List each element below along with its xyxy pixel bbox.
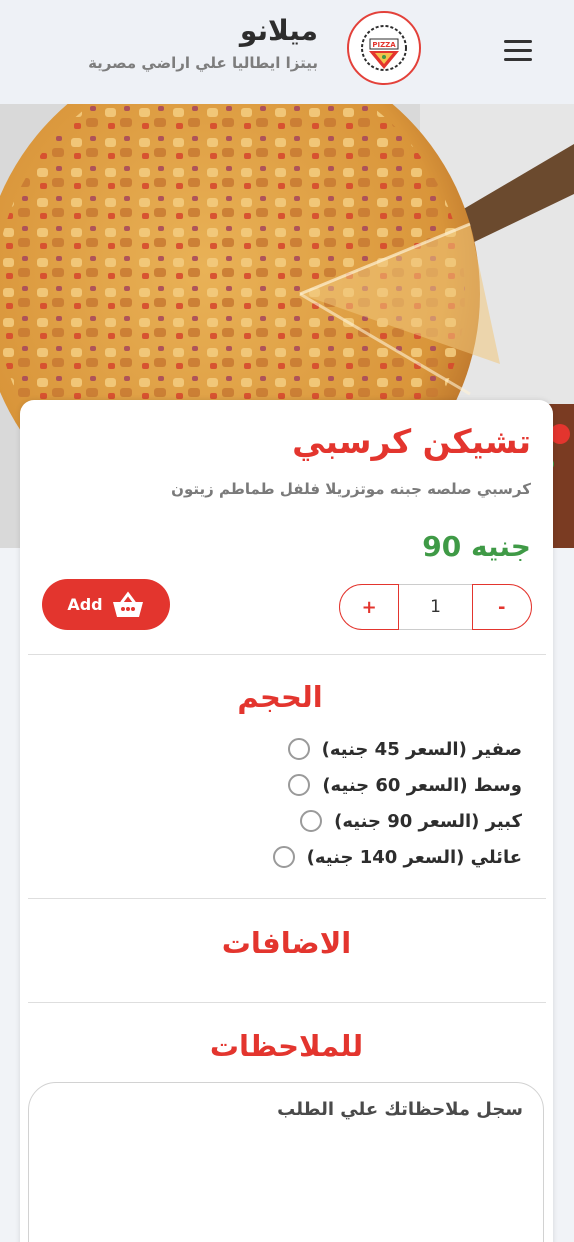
brand-tagline: بيتزا ايطاليا علي اراضي مصرية: [88, 54, 318, 72]
size-section-title: الحجم: [237, 680, 323, 714]
brand-name: ميلانو: [239, 14, 318, 47]
add-to-cart-button[interactable]: Add: [42, 579, 170, 630]
restaurant-logo[interactable]: PIZZA: [347, 11, 421, 85]
divider: [28, 898, 546, 899]
size-option-label: صفير (السعر 45 جنيه): [321, 738, 522, 760]
app-header: PIZZA ميلانو بيتزا ايطاليا علي اراضي مصر…: [0, 0, 574, 104]
size-option-small[interactable]: صفير (السعر 45 جنيه): [287, 736, 522, 762]
radio-button[interactable]: [300, 810, 323, 832]
add-button-label: Add: [67, 595, 103, 614]
notes-textarea[interactable]: [29, 1083, 543, 1242]
radio-button[interactable]: [272, 846, 295, 868]
notes-section-title: للملاحظات: [209, 1029, 364, 1063]
size-option-label: وسط (السعر 60 جنيه): [322, 774, 522, 796]
size-option-label: كبير (السعر 90 جنيه): [334, 810, 522, 832]
size-option-large[interactable]: كبير (السعر 90 جنيه): [300, 808, 522, 834]
product-card: تشيكن كرسبي كرسبي صلصه جبنه موتزريلا فلف…: [20, 400, 553, 1242]
extras-section-title: الاضافات: [221, 926, 352, 960]
quantity-value[interactable]: 1: [399, 584, 472, 630]
notes-field[interactable]: [28, 1082, 544, 1242]
radio-button[interactable]: [288, 774, 311, 796]
decrease-quantity-button[interactable]: -: [471, 584, 532, 630]
product-description: كرسبي صلصه جبنه موتزريلا فلفل طماطم زيتو…: [171, 480, 531, 498]
quantity-stepper: + 1 -: [339, 584, 532, 630]
increase-quantity-button[interactable]: +: [339, 584, 400, 630]
product-price: 90 جنيه: [422, 530, 531, 563]
divider: [28, 1002, 546, 1003]
svg-text:PIZZA: PIZZA: [372, 41, 396, 49]
divider: [28, 654, 546, 655]
radio-button[interactable]: [287, 738, 310, 760]
pizza-logo-icon: PIZZA: [361, 25, 407, 71]
product-title: تشيكن كرسبي: [292, 422, 531, 461]
size-option-family[interactable]: عائلي (السعر 140 جنيه): [272, 844, 522, 870]
size-option-medium[interactable]: وسط (السعر 60 جنيه): [288, 772, 522, 798]
size-option-label: عائلي (السعر 140 جنيه): [306, 846, 522, 868]
menu-icon[interactable]: [504, 40, 534, 62]
basket-icon: [112, 591, 143, 617]
